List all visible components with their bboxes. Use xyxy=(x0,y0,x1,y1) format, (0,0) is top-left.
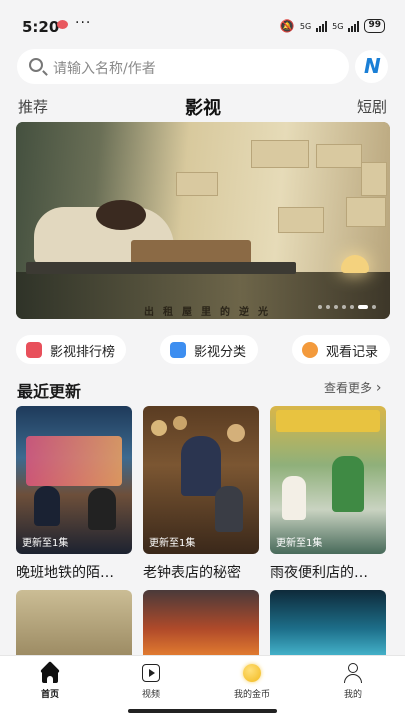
video-poster: 更新至1集 xyxy=(270,406,386,554)
update-badge: 更新至1集 xyxy=(149,538,196,549)
history-button[interactable]: 观看记录 xyxy=(292,335,390,364)
home-icon xyxy=(40,661,60,683)
search-icon xyxy=(29,58,43,72)
status-time: 5:20 xyxy=(22,18,60,36)
shortcut-row: 影视排行榜 影视分类 观看记录 xyxy=(0,335,405,365)
top-tabs: 推荐 影视 短剧 xyxy=(0,94,405,120)
update-badge: 更新至1集 xyxy=(276,538,323,549)
video-card[interactable]: 更新至1集 雨夜便利店的… xyxy=(270,406,386,581)
video-title: 雨夜便利店的… xyxy=(270,565,368,581)
carousel-indicator xyxy=(318,305,376,309)
history-clock-icon xyxy=(302,342,318,358)
ranking-icon xyxy=(26,342,42,358)
video-card[interactable] xyxy=(270,590,386,655)
tab-short-drama[interactable]: 短剧 xyxy=(357,96,387,117)
tab-recommend[interactable]: 推荐 xyxy=(18,96,48,117)
section-title: 最近更新 xyxy=(17,382,82,401)
tab-movies[interactable]: 影视 xyxy=(185,94,221,120)
video-poster: 更新至1集 xyxy=(143,406,259,554)
signal-icon-2 xyxy=(348,20,360,32)
nav-coins[interactable]: 我的金币 xyxy=(222,663,282,700)
ai-assistant-button[interactable]: N xyxy=(355,50,388,83)
category-grid-icon xyxy=(170,342,186,358)
network-label-2: 5G xyxy=(332,21,344,31)
app-notification-icon xyxy=(57,20,68,29)
more-notifications-icon: ··· xyxy=(75,15,92,31)
mute-icon: 🔕 xyxy=(279,19,295,33)
video-title: 晚班地铁的陌… xyxy=(16,565,114,581)
home-indicator xyxy=(128,709,277,713)
status-bar: 5:20 ··· 🔕 5G 5G 99 xyxy=(0,0,405,46)
video-title: 老钟表店的秘密 xyxy=(143,565,241,581)
chevron-right-icon: › xyxy=(375,380,382,396)
video-poster: 更新至1集 xyxy=(16,406,132,554)
banner-carousel[interactable]: 出租屋里的逆光 xyxy=(16,122,390,319)
nav-home[interactable]: 首页 xyxy=(20,661,80,700)
network-label-1: 5G xyxy=(299,21,312,31)
category-button[interactable]: 影视分类 xyxy=(160,335,258,364)
nav-profile[interactable]: 我的 xyxy=(323,663,383,700)
video-card[interactable] xyxy=(16,590,132,655)
video-card[interactable]: 更新至1集 老钟表店的秘密 xyxy=(143,406,259,581)
banner-caption: 出租屋里的逆光 xyxy=(144,307,277,318)
user-icon xyxy=(343,663,363,683)
video-card[interactable]: 更新至1集 晚班地铁的陌… xyxy=(16,406,132,581)
video-play-icon xyxy=(141,663,161,683)
search-placeholder: 请输入名称/作者 xyxy=(53,61,156,77)
coin-icon xyxy=(242,663,262,683)
ranking-button[interactable]: 影视排行榜 xyxy=(16,335,126,364)
video-card[interactable] xyxy=(143,590,259,655)
update-badge: 更新至1集 xyxy=(22,538,69,549)
search-bar[interactable]: 请输入名称/作者 xyxy=(17,49,349,84)
signal-icon xyxy=(316,20,328,32)
see-more-link[interactable]: 查看更多 › xyxy=(324,379,381,396)
nav-video[interactable]: 视频 xyxy=(121,663,181,700)
battery-icon: 99 xyxy=(364,19,385,33)
ai-logo-icon: N xyxy=(364,54,381,78)
